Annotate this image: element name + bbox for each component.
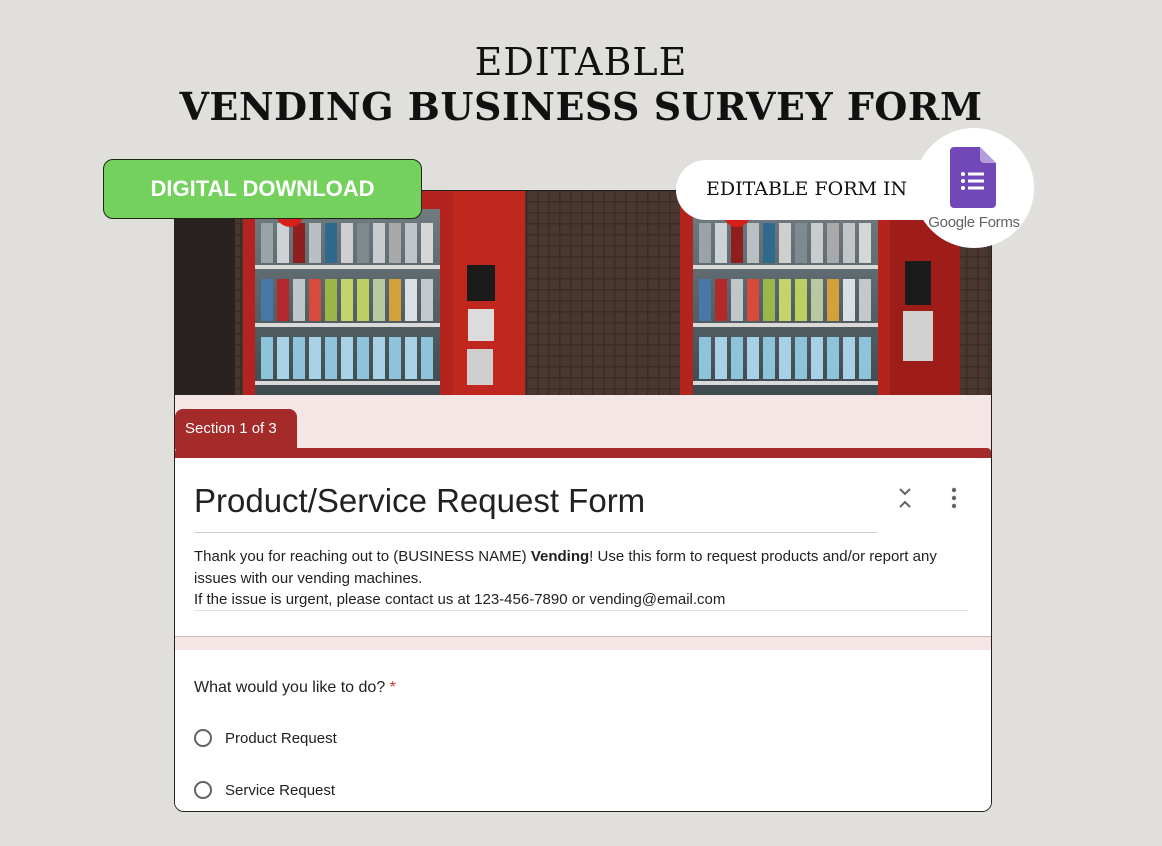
- question-card: What would you like to do? * Product Req…: [175, 650, 991, 811]
- google-forms-badge: Google Forms: [914, 128, 1034, 248]
- section-accent-bar: [175, 448, 991, 458]
- option-label: Service Request: [225, 781, 336, 799]
- description-text-1: Thank you for reaching out to (BUSINESS …: [194, 548, 531, 565]
- description-contact: If the issue is urgent, please contact u…: [194, 591, 726, 608]
- option-label: Product Request: [225, 729, 337, 747]
- section-tab: Section 1 of 3: [175, 409, 297, 449]
- digital-download-badge: DIGITAL DOWNLOAD: [103, 159, 422, 219]
- google-forms-label: Google Forms: [928, 214, 1020, 231]
- collapse-icon[interactable]: [895, 486, 915, 510]
- google-forms-icon: [950, 147, 996, 208]
- title-divider: [194, 532, 877, 533]
- vending-machines-photo: [175, 191, 991, 395]
- more-vert-icon[interactable]: [947, 486, 961, 510]
- header-title: VENDING BUSINESS SURVEY FORM: [179, 84, 983, 129]
- header-line-1: EDITABLE: [474, 40, 688, 84]
- question-text: What would you like to do?: [194, 679, 386, 696]
- question-title: What would you like to do? *: [194, 679, 396, 697]
- required-asterisk: *: [389, 679, 396, 696]
- form-title-card[interactable]: Product/Service Request Form Thank you f…: [175, 458, 991, 637]
- form-title: Product/Service Request Form: [194, 482, 646, 519]
- vending-machines-banner: [175, 191, 991, 395]
- option-product-request[interactable]: Product Request: [194, 726, 337, 750]
- option-service-request[interactable]: Service Request: [194, 778, 335, 802]
- description-divider: [194, 610, 968, 611]
- form-description: Thank you for reaching out to (BUSINESS …: [194, 546, 974, 611]
- radio-unchecked-icon[interactable]: [194, 781, 212, 799]
- description-bold: Vending: [530, 548, 590, 565]
- radio-unchecked-icon[interactable]: [194, 729, 212, 747]
- form-preview-card: Section 1 of 3 Product/Service Request F…: [174, 190, 992, 812]
- editable-form-text: EDITABLE FORM IN: [706, 178, 908, 200]
